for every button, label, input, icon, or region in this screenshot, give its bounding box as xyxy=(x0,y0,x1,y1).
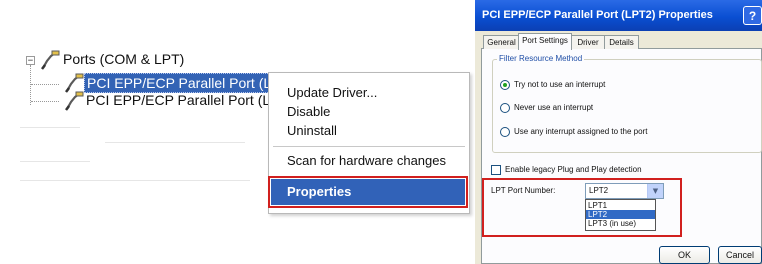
highlight-box-lpt-port xyxy=(482,178,682,237)
radio-never-interrupt[interactable] xyxy=(500,103,510,113)
tree-item-lpt3[interactable]: PCI EPP/ECP Parallel Port (LPT3 xyxy=(86,91,296,109)
legacy-pnp-label: Enable legacy Plug and Play detection xyxy=(505,165,642,174)
filter-resource-title: Filter Resource Method xyxy=(497,53,585,65)
parallel-port-icon xyxy=(65,73,84,93)
ok-button[interactable]: OK xyxy=(659,246,710,264)
tree-category-ports[interactable]: Ports (COM & LPT) xyxy=(63,50,184,68)
option-label: Use any interrupt assigned to the port xyxy=(514,127,648,136)
tree-connector xyxy=(30,65,32,105)
cancel-button[interactable]: Cancel xyxy=(718,246,762,264)
tab-details[interactable]: Details xyxy=(604,35,639,49)
background-line xyxy=(20,180,250,181)
background-line xyxy=(105,142,245,143)
menu-separator xyxy=(273,146,465,147)
legacy-pnp-checkbox[interactable] xyxy=(491,165,501,175)
option-label: Try not to use an interrupt xyxy=(514,80,606,89)
menu-item-uninstall[interactable]: Uninstall xyxy=(287,122,337,140)
collapse-toggle[interactable]: − xyxy=(26,56,35,66)
radio-try-not-interrupt[interactable] xyxy=(500,80,510,90)
dialog-title: PCI EPP/ECP Parallel Port (LPT2) Propert… xyxy=(482,9,713,21)
menu-item-scan-hardware[interactable]: Scan for hardware changes xyxy=(287,152,446,170)
tab-general[interactable]: General xyxy=(483,35,520,49)
tree-connector xyxy=(31,101,59,102)
tab-driver[interactable]: Driver xyxy=(571,35,605,49)
ports-icon xyxy=(41,50,60,70)
dialog-titlebar[interactable]: PCI EPP/ECP Parallel Port (LPT2) Propert… xyxy=(475,0,762,31)
background-line xyxy=(20,127,80,128)
menu-item-update-driver[interactable]: Update Driver... xyxy=(287,84,377,102)
radio-any-interrupt[interactable] xyxy=(500,127,510,137)
menu-item-disable[interactable]: Disable xyxy=(287,103,330,121)
help-button[interactable]: ? xyxy=(743,6,762,25)
tree-connector xyxy=(31,84,59,85)
parallel-port-icon xyxy=(65,91,84,111)
tab-port-settings[interactable]: Port Settings xyxy=(518,33,572,50)
background-line xyxy=(20,161,90,162)
highlight-box-properties xyxy=(268,176,468,208)
option-label: Never use an interrupt xyxy=(514,103,594,112)
